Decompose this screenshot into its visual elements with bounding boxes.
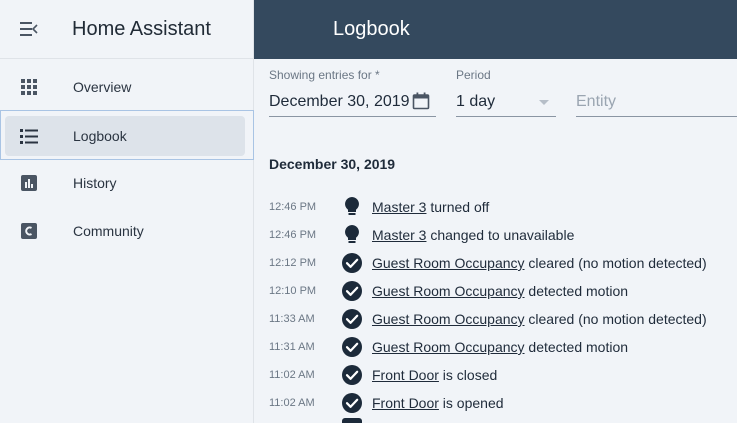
entity-link[interactable]: Guest Room Occupancy	[372, 339, 525, 355]
entry-message: detected motion	[524, 339, 629, 355]
sidebar-item-overview[interactable]: Overview	[5, 67, 245, 107]
calendar-icon[interactable]	[412, 92, 430, 110]
entity-link[interactable]: Front Door	[372, 395, 439, 411]
filter-bar: Showing entries for * December 30, 2019 …	[269, 66, 737, 118]
list-icon	[20, 127, 38, 145]
period-select[interactable]: 1 day	[456, 93, 495, 111]
bar-chart-icon	[20, 174, 38, 192]
entity-link[interactable]: Guest Room Occupancy	[372, 311, 525, 327]
check-circle-icon	[341, 308, 363, 330]
page-title: Logbook	[333, 18, 410, 40]
entry-time: 12:12 PM	[269, 257, 317, 269]
entry-time: 11:31 AM	[269, 341, 315, 353]
menu-collapse-icon[interactable]	[20, 22, 38, 36]
sidebar-item-label: Community	[73, 223, 144, 239]
sidebar-header: Home Assistant	[0, 0, 253, 59]
entity-link[interactable]: Master 3	[372, 227, 426, 243]
entity-link[interactable]: Guest Room Occupancy	[372, 283, 525, 299]
entry-text: Guest Room Occupancy cleared (no motion …	[372, 311, 707, 327]
log-entry: 11:31 AM Guest Room Occupancy detected mo…	[269, 333, 737, 361]
entity-link[interactable]: Front Door	[372, 367, 439, 383]
entry-text: Guest Room Occupancy detected motion	[372, 283, 628, 299]
entry-time: 11:02 AM	[269, 369, 315, 381]
entry-text: Front Door is opened	[372, 395, 504, 411]
log-entry: 11:02 AM Front Door is opened	[269, 389, 737, 417]
check-circle-icon	[341, 336, 363, 358]
entry-text: Guest Room Occupancy cleared (no motion …	[372, 255, 707, 271]
lightbulb-icon	[341, 196, 363, 218]
check-circle-icon	[341, 252, 363, 274]
check-circle-icon	[341, 364, 363, 386]
sidebar-item-community[interactable]: Community	[5, 211, 245, 251]
log-entry: 12:12 PM Guest Room Occupancy cleared (no…	[269, 249, 737, 277]
entry-text: Guest Room Occupancy detected motion	[372, 339, 628, 355]
sidebar-item-label: Logbook	[73, 128, 127, 144]
entry-text: Master 3 changed to unavailable	[372, 227, 574, 243]
log-entry: 12:10 PM Guest Room Occupancy detected mo…	[269, 277, 737, 305]
community-icon	[20, 222, 38, 240]
entry-message: turned off	[426, 199, 490, 215]
entity-input[interactable]: Entity	[576, 93, 616, 111]
entry-message: is opened	[438, 395, 504, 411]
sidebar-item-logbook[interactable]: Logbook	[5, 116, 245, 156]
entry-time: 12:46 PM	[269, 201, 317, 213]
entity-link[interactable]: Master 3	[372, 199, 426, 215]
log-entry: 11:33 AM Guest Room Occupancy cleared (no…	[269, 305, 737, 333]
log-entry: 11:02 AM Front Door is closed	[269, 361, 737, 389]
entry-text: Front Door is closed	[372, 367, 497, 383]
entry-time: 12:10 PM	[269, 285, 317, 297]
check-circle-icon	[342, 418, 362, 423]
entry-text: Master 3 turned off	[372, 199, 489, 215]
entry-time: 12:46 PM	[269, 229, 317, 241]
log-date-heading: December 30, 2019	[269, 156, 396, 172]
period-label: Period	[456, 68, 491, 82]
date-field[interactable]: December 30, 2019	[269, 93, 410, 111]
chevron-down-icon[interactable]	[539, 100, 549, 105]
log-entry: 12:46 PM Master 3 changed to unavailable	[269, 221, 737, 249]
entry-message: cleared (no motion detected)	[524, 255, 707, 271]
entry-message: changed to unavailable	[426, 227, 575, 243]
date-label: Showing entries for *	[269, 68, 380, 82]
sidebar-item-label: History	[73, 175, 117, 191]
entry-message: detected motion	[524, 283, 629, 299]
lightbulb-icon	[341, 224, 363, 246]
entity-link[interactable]: Guest Room Occupancy	[372, 255, 525, 271]
grid-icon	[20, 78, 38, 96]
sidebar: Home Assistant Overview Logbook History …	[0, 0, 254, 423]
check-circle-icon	[341, 392, 363, 414]
entry-message: is closed	[438, 367, 498, 383]
sidebar-item-label: Overview	[73, 79, 132, 95]
top-bar: Logbook	[254, 0, 737, 59]
log-entry: 12:46 PM Master 3 turned off	[269, 193, 737, 221]
check-circle-icon	[341, 280, 363, 302]
entry-time: 11:02 AM	[269, 397, 315, 409]
entry-message: cleared (no motion detected)	[524, 311, 707, 327]
app-name: Home Assistant	[72, 17, 211, 40]
entry-time: 11:33 AM	[269, 313, 315, 325]
sidebar-item-history[interactable]: History	[5, 163, 245, 203]
